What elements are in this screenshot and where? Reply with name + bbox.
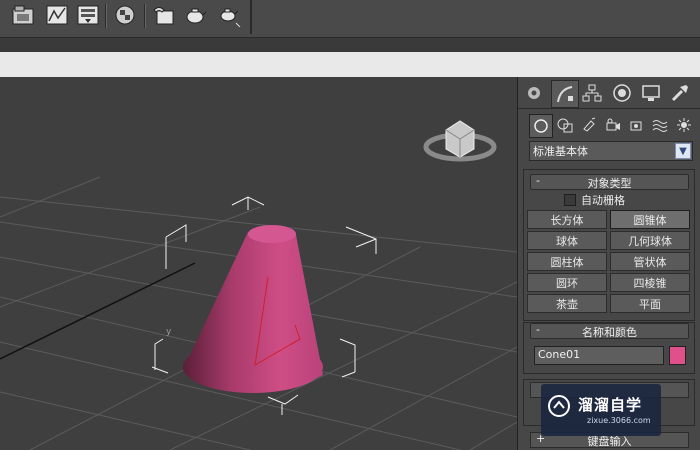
watermark: 溜溜自学 zixue.3066.com bbox=[541, 384, 661, 436]
space-warps-icon[interactable] bbox=[649, 114, 671, 136]
object-name-input[interactable]: Cone01 bbox=[534, 346, 664, 365]
ribbon-bar bbox=[0, 52, 700, 78]
toolbar-end-divider bbox=[250, 0, 252, 34]
cylinder-button[interactable]: 圆柱体 bbox=[527, 252, 607, 271]
helpers-icon[interactable] bbox=[625, 114, 647, 136]
chevron-down-icon[interactable]: ▼ bbox=[675, 143, 691, 159]
rendered-frame-icon[interactable] bbox=[150, 2, 176, 28]
create-tab[interactable] bbox=[521, 80, 547, 106]
quick-render-teapot-icon[interactable] bbox=[216, 2, 242, 28]
curve-editor-icon[interactable] bbox=[44, 2, 70, 28]
cone-object bbox=[183, 225, 323, 393]
torus-button[interactable]: 圆环 bbox=[527, 273, 607, 292]
cameras-icon[interactable] bbox=[602, 114, 624, 136]
main-toolbar bbox=[0, 0, 700, 38]
name-color-rollout-header[interactable]: - 名称和颜色 bbox=[530, 323, 689, 339]
geometry-icon[interactable] bbox=[529, 114, 553, 138]
axis-label: y bbox=[166, 327, 172, 337]
teapot-button[interactable]: 茶壶 bbox=[527, 294, 607, 313]
watermark-site: zixue.3066.com bbox=[587, 416, 651, 425]
shapes-icon[interactable] bbox=[554, 114, 576, 136]
tube-button[interactable]: 管状体 bbox=[610, 252, 690, 271]
geosphere-button[interactable]: 几何球体 bbox=[610, 231, 690, 250]
toolbar-gap bbox=[0, 38, 700, 52]
dropdown-value: 标准基本体 bbox=[533, 145, 588, 158]
cone-button[interactable]: 圆锥体 bbox=[610, 210, 690, 229]
plane-button[interactable]: 平面 bbox=[610, 294, 690, 313]
object-color-swatch[interactable] bbox=[669, 346, 686, 365]
object-category-dropdown[interactable]: 标准基本体 ▼ bbox=[529, 141, 693, 161]
perspective-viewport[interactable]: y bbox=[0, 77, 517, 450]
box-button[interactable]: 长方体 bbox=[527, 210, 607, 229]
auto-grid-checkbox[interactable] bbox=[564, 194, 576, 206]
hierarchy-tab[interactable] bbox=[579, 80, 605, 106]
render-teapot-icon[interactable] bbox=[182, 2, 208, 28]
lights-icon[interactable] bbox=[578, 114, 600, 136]
viewcube-icon bbox=[423, 120, 497, 162]
utilities-tab[interactable] bbox=[667, 80, 693, 106]
rollout-title: 名称和颜色 bbox=[582, 326, 637, 339]
tab-divider bbox=[518, 108, 700, 109]
auto-grid-label: 自动栅格 bbox=[581, 194, 625, 207]
pyramid-button[interactable]: 四棱锥 bbox=[610, 273, 690, 292]
sphere-button[interactable]: 球体 bbox=[527, 231, 607, 250]
motion-tab[interactable] bbox=[609, 80, 635, 106]
watermark-logo-icon bbox=[548, 395, 570, 417]
systems-icon[interactable] bbox=[673, 114, 695, 136]
render-setup-icon[interactable] bbox=[112, 2, 138, 28]
object-type-rollout-header[interactable]: - 对象类型 bbox=[530, 174, 689, 190]
rollout-title: 对象类型 bbox=[587, 177, 632, 190]
object-name-value: Cone01 bbox=[538, 348, 581, 361]
modify-tab[interactable] bbox=[551, 80, 579, 108]
material-editor-icon[interactable] bbox=[75, 2, 101, 28]
world-axis-line bbox=[0, 262, 196, 360]
display-tab[interactable] bbox=[638, 80, 664, 106]
toolbar-separator bbox=[144, 4, 146, 28]
open-file-icon[interactable] bbox=[10, 2, 36, 28]
watermark-brand: 溜溜自学 bbox=[578, 396, 643, 414]
toolbar-separator bbox=[105, 4, 107, 28]
